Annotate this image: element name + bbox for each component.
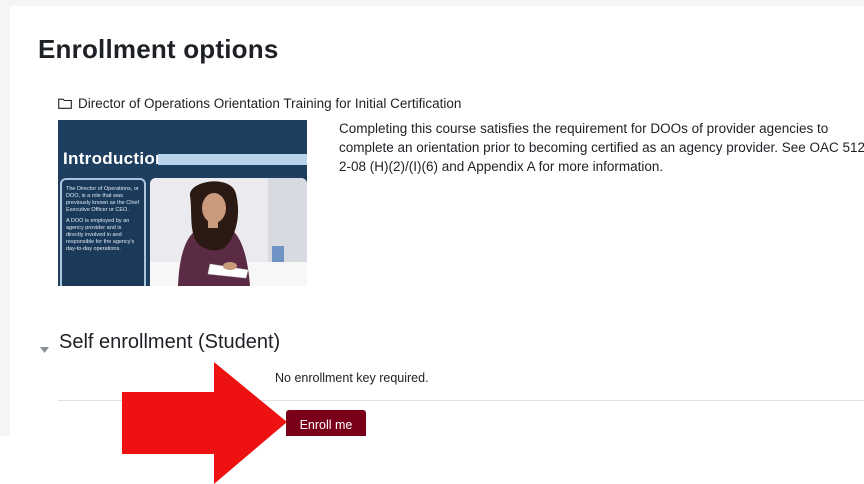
- course-summary-line: 2-08 (H)(2)/(I)(6) and Appendix A for mo…: [339, 159, 664, 174]
- self-enrollment-header[interactable]: Self enrollment (Student): [40, 331, 280, 354]
- course-summary-line: complete an orientation prior to becomin…: [339, 140, 864, 155]
- page-title: Enrollment options: [38, 34, 279, 64]
- page-background-left: [0, 0, 10, 484]
- enrollment-key-note: No enrollment key required.: [275, 371, 429, 385]
- course-image-paragraph: The Director of Operations, or DOO, is a…: [66, 186, 140, 213]
- course-name-link[interactable]: Director of Operations Orientation Train…: [58, 96, 461, 111]
- course-summary-line: Completing this course satisfies the req…: [339, 121, 829, 136]
- red-arrow-icon: [122, 362, 287, 484]
- course-image-heading: Introduction: [63, 149, 166, 168]
- folder-icon: [58, 98, 72, 109]
- self-enrollment-title: Self enrollment (Student): [59, 331, 281, 353]
- course-image: Introduction The Director of Operations,…: [58, 120, 307, 286]
- caret-down-icon[interactable]: [40, 340, 49, 353]
- course-image-text: The Director of Operations, or DOO, is a…: [66, 186, 140, 257]
- course-name: Director of Operations Orientation Train…: [78, 96, 462, 111]
- course-image-photo: [150, 178, 307, 286]
- course-summary: Completing this course satisfies the req…: [339, 119, 864, 176]
- course-image-paragraph: A DOO is employed by an agency provider …: [66, 218, 135, 252]
- course-image-bar: [158, 154, 307, 165]
